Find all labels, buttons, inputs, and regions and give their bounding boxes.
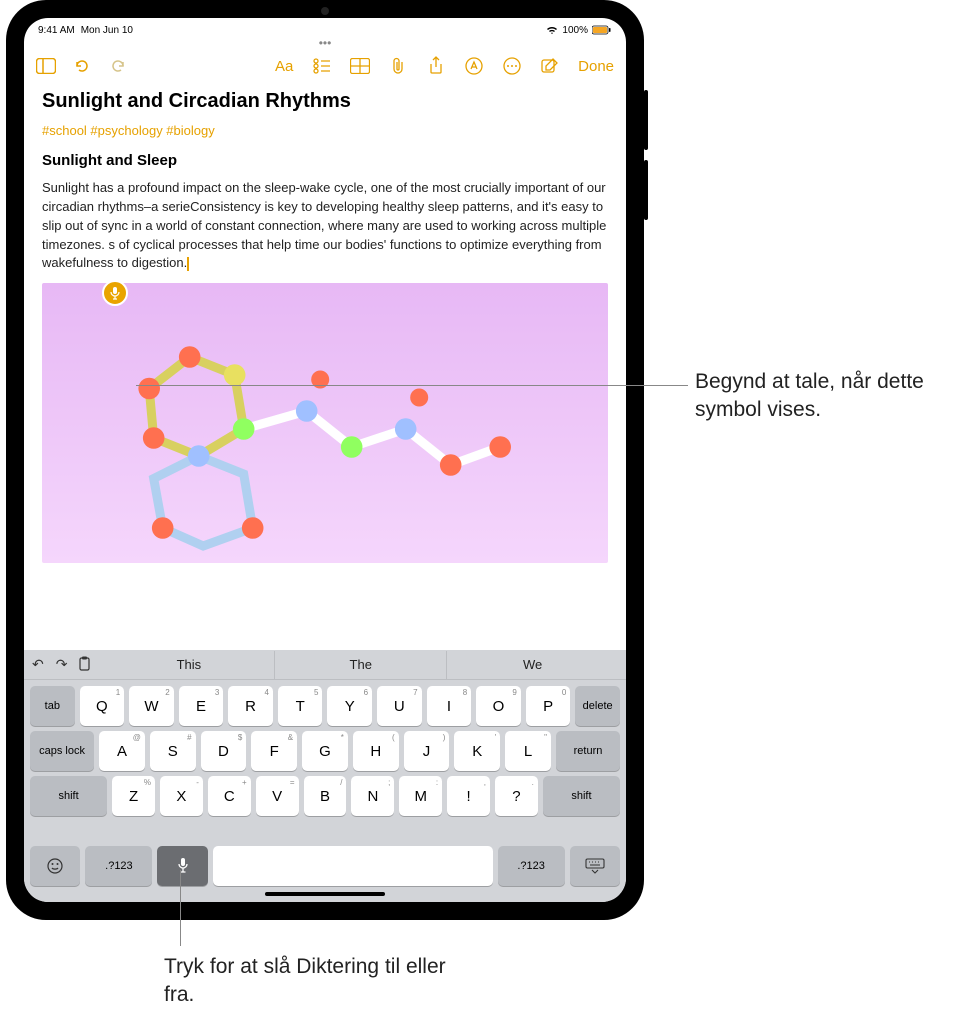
note-subheading[interactable]: Sunlight and Sleep [42, 152, 608, 169]
more-icon[interactable] [502, 56, 522, 76]
key-p[interactable]: 0P [526, 686, 571, 726]
key-numbers-left[interactable]: .?123 [85, 846, 152, 886]
key-dismiss-keyboard[interactable] [570, 846, 620, 886]
front-camera [321, 7, 329, 15]
key-shift-left[interactable]: shift [30, 776, 107, 816]
key-delete[interactable]: delete [575, 686, 620, 726]
key-y[interactable]: 6Y [327, 686, 372, 726]
dictation-indicator-icon[interactable] [102, 280, 128, 306]
compose-icon[interactable] [540, 56, 560, 76]
key-numbers-right[interactable]: .?123 [498, 846, 565, 886]
key-h[interactable]: (H [353, 731, 399, 771]
key-d[interactable]: $D [201, 731, 247, 771]
done-button[interactable]: Done [578, 58, 614, 75]
checklist-icon[interactable] [312, 56, 332, 76]
key-v[interactable]: =V [256, 776, 299, 816]
key-i[interactable]: 8I [427, 686, 472, 726]
molecule-image [52, 303, 561, 555]
quicktype-suggestions: This The We [103, 651, 618, 679]
key-l[interactable]: "L [505, 731, 551, 771]
suggestion-2[interactable]: The [274, 651, 446, 679]
key-c[interactable]: +C [208, 776, 251, 816]
kb-undo-icon[interactable]: ↶ [32, 656, 44, 673]
key-j[interactable]: )J [404, 731, 450, 771]
key-tab[interactable]: tab [30, 686, 75, 726]
format-text-icon[interactable]: Aa [274, 56, 294, 76]
markup-icon[interactable] [464, 56, 484, 76]
share-icon[interactable] [426, 56, 446, 76]
toolbar: Aa [24, 48, 626, 84]
wifi-icon [546, 25, 558, 35]
battery-icon [592, 25, 612, 35]
volume-down-button [644, 160, 648, 220]
key-shift-right[interactable]: shift [543, 776, 620, 816]
status-time: 9:41 AM [38, 25, 75, 36]
key-n[interactable]: ;N [351, 776, 394, 816]
keyboard-toolbar: ↶ ↷ This The We [24, 650, 626, 680]
key-a[interactable]: @A [99, 731, 145, 771]
battery-percent: 100% [562, 25, 588, 36]
key-o[interactable]: 9O [476, 686, 521, 726]
key-q[interactable]: 1Q [80, 686, 125, 726]
keyboard: ↶ ↷ This The We tab 1Q 2W 3E [24, 650, 626, 902]
note-title[interactable]: Sunlight and Circadian Rhythms [42, 90, 608, 113]
key-u[interactable]: 7U [377, 686, 422, 726]
key-capslock[interactable]: caps lock [30, 731, 94, 771]
ipad-frame: 9:41 AM Mon Jun 10 100% ••• [6, 0, 644, 920]
table-icon[interactable] [350, 56, 370, 76]
undo-icon[interactable] [72, 56, 92, 76]
volume-up-button [644, 90, 648, 150]
attachment-icon[interactable] [388, 56, 408, 76]
note-body[interactable]: Sunlight and Circadian Rhythms #school #… [24, 84, 626, 650]
key-emoji[interactable] [30, 846, 80, 886]
key-e[interactable]: 3E [179, 686, 224, 726]
key-t[interactable]: 5T [278, 686, 323, 726]
key-f[interactable]: &F [251, 731, 297, 771]
key-k[interactable]: 'K [454, 731, 500, 771]
status-date: Mon Jun 10 [81, 25, 133, 36]
key-return[interactable]: return [556, 731, 620, 771]
key-dictation[interactable] [157, 846, 207, 886]
key-m[interactable]: :M [399, 776, 442, 816]
status-bar: 9:41 AM Mon Jun 10 100% [24, 18, 626, 38]
suggestion-1[interactable]: This [103, 651, 274, 679]
callout-line-1 [136, 385, 688, 386]
key-g[interactable]: *G [302, 731, 348, 771]
note-tags[interactable]: #school #psychology #biology [42, 123, 608, 138]
home-indicator[interactable] [265, 892, 385, 896]
screen: 9:41 AM Mon Jun 10 100% ••• [24, 18, 626, 902]
kb-redo-icon[interactable]: ↷ [56, 656, 68, 673]
key-b[interactable]: /B [304, 776, 347, 816]
callout-line-2 [180, 870, 181, 946]
key-space[interactable] [213, 846, 493, 886]
multitask-dots-icon[interactable]: ••• [24, 38, 626, 48]
key-r[interactable]: 4R [228, 686, 273, 726]
callout-mic-key: Tryk for at slå Diktering til eller fra. [164, 953, 464, 1010]
text-cursor [187, 257, 189, 271]
suggestion-3[interactable]: We [446, 651, 618, 679]
key-z[interactable]: %Z [112, 776, 155, 816]
key-s[interactable]: #S [150, 731, 196, 771]
note-image[interactable] [42, 283, 608, 563]
key-w[interactable]: 2W [129, 686, 174, 726]
sidebar-toggle-icon[interactable] [36, 56, 56, 76]
key-exclaim[interactable]: ,! [447, 776, 490, 816]
kb-paste-icon[interactable] [79, 656, 93, 673]
key-question[interactable]: .? [495, 776, 538, 816]
redo-icon[interactable] [108, 56, 128, 76]
key-x[interactable]: -X [160, 776, 203, 816]
callout-mic-indicator: Begynd at tale, når dette symbol vises. [695, 368, 955, 425]
note-paragraph[interactable]: Sunlight has a profound impact on the sl… [42, 179, 608, 273]
